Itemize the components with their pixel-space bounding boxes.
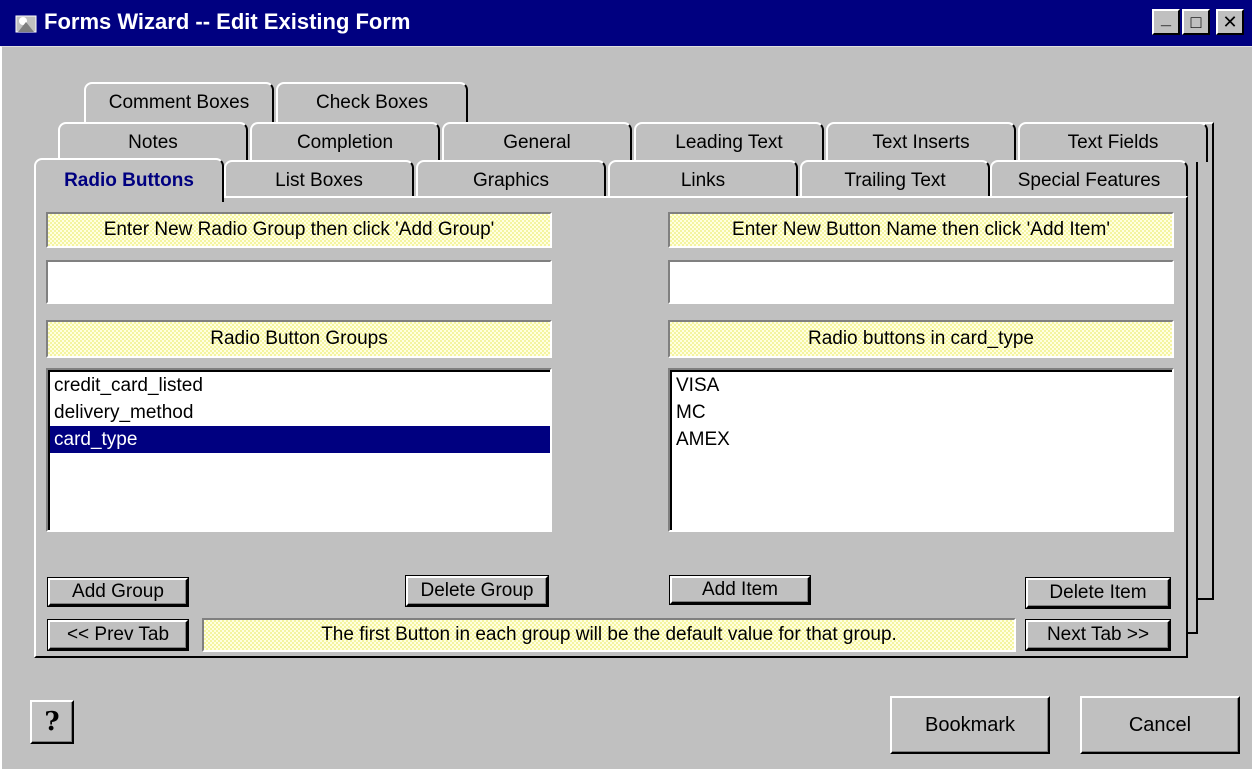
add-group-button[interactable]: Add Group	[48, 578, 188, 606]
tab-label: Comment Boxes	[108, 92, 250, 113]
cancel-button[interactable]: Cancel	[1080, 696, 1240, 754]
window-title: Forms Wizard -- Edit Existing Form	[44, 9, 411, 34]
new-item-input[interactable]	[668, 260, 1174, 304]
tab-notes[interactable]: Notes	[58, 122, 248, 162]
tab-label: General	[503, 132, 571, 153]
maximize-button[interactable]: □	[1182, 9, 1210, 35]
tab-completion[interactable]: Completion	[250, 122, 440, 162]
title-bar[interactable]: Forms Wizard -- Edit Existing Form _ □ ✕	[0, 0, 1252, 46]
tab-text-inserts[interactable]: Text Inserts	[826, 122, 1016, 162]
default-value-note: The first Button in each group will be t…	[202, 618, 1016, 652]
list-item[interactable]: MC	[672, 399, 1172, 426]
groups-listbox[interactable]: credit_card_listed delivery_method card_…	[46, 368, 552, 532]
item-instruction-label: Enter New Button Name then click 'Add It…	[668, 212, 1174, 248]
minimize-button[interactable]: _	[1152, 9, 1180, 35]
new-group-field[interactable]	[48, 262, 550, 302]
help-icon: ?	[44, 707, 60, 737]
groups-list-header: Radio Button Groups	[46, 320, 552, 358]
tab-general[interactable]: General	[442, 122, 632, 162]
tab-text-fields[interactable]: Text Fields	[1018, 122, 1208, 162]
tab-label: Completion	[296, 132, 394, 153]
tab-label: List Boxes	[275, 170, 363, 191]
tab-graphics[interactable]: Graphics	[416, 160, 606, 200]
close-icon: ✕	[1222, 12, 1238, 32]
tab-check-boxes[interactable]: Check Boxes	[276, 82, 468, 122]
minimize-icon: _	[1160, 8, 1171, 28]
items-listbox[interactable]: VISA MC AMEX	[668, 368, 1174, 532]
list-item-selected[interactable]: card_type	[50, 426, 550, 453]
delete-group-button[interactable]: Delete Group	[406, 576, 548, 606]
tab-special-features[interactable]: Special Features	[990, 160, 1188, 200]
list-item[interactable]: AMEX	[672, 426, 1172, 453]
tab-label: Trailing Text	[844, 170, 946, 191]
tab-links[interactable]: Links	[608, 160, 798, 200]
new-item-field[interactable]	[670, 262, 1172, 302]
tab-comment-boxes[interactable]: Comment Boxes	[84, 82, 274, 122]
tab-label: Text Fields	[1067, 132, 1159, 153]
tab-trailing-text[interactable]: Trailing Text	[800, 160, 990, 200]
app-icon	[15, 15, 37, 33]
tab-label: Leading Text	[675, 132, 783, 153]
help-button[interactable]: ?	[30, 700, 74, 744]
delete-item-button[interactable]: Delete Item	[1026, 578, 1170, 608]
tab-label: Radio Buttons	[64, 170, 194, 191]
next-tab-button[interactable]: Next Tab >>	[1026, 620, 1170, 650]
list-item[interactable]: credit_card_listed	[50, 372, 550, 399]
maximize-icon: □	[1190, 12, 1202, 32]
add-item-button[interactable]: Add Item	[670, 576, 810, 604]
tab-label: Check Boxes	[316, 92, 428, 113]
close-button[interactable]: ✕	[1216, 9, 1244, 35]
prev-tab-button[interactable]: << Prev Tab	[48, 620, 188, 650]
bookmark-button[interactable]: Bookmark	[890, 696, 1050, 754]
tab-label: Links	[680, 170, 726, 191]
tab-label: Graphics	[472, 170, 550, 191]
tab-label: Notes	[128, 132, 178, 153]
items-list-header: Radio buttons in card_type	[668, 320, 1174, 358]
tab-list-boxes[interactable]: List Boxes	[224, 160, 414, 200]
tab-label: Special Features	[1017, 170, 1161, 191]
tab-leading-text[interactable]: Leading Text	[634, 122, 824, 162]
group-instruction-label: Enter New Radio Group then click 'Add Gr…	[46, 212, 552, 248]
tab-radio-buttons[interactable]: Radio Buttons	[34, 158, 224, 202]
tab-label: Text Inserts	[872, 132, 970, 153]
list-item[interactable]: VISA	[672, 372, 1172, 399]
list-item[interactable]: delivery_method	[50, 399, 550, 426]
new-group-input[interactable]	[46, 260, 552, 304]
